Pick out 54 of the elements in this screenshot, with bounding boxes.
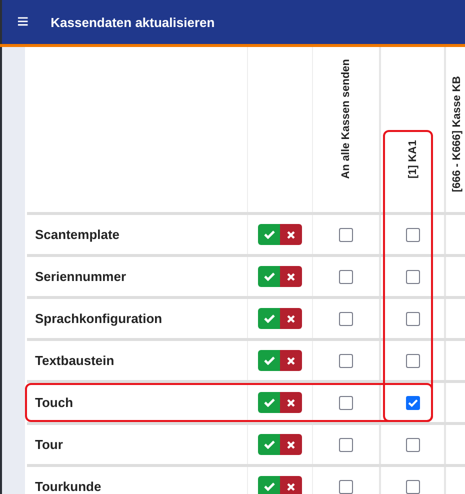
close-icon	[287, 356, 295, 364]
check-all-button[interactable]	[258, 266, 280, 287]
checkmark-icon	[264, 314, 274, 323]
checkbox[interactable]	[406, 354, 420, 368]
checkbox[interactable]	[339, 270, 353, 284]
uncheck-all-button[interactable]	[280, 476, 302, 494]
column-header: [1] KA1	[406, 140, 418, 179]
uncheck-all-button[interactable]	[280, 392, 302, 413]
checkbox[interactable]	[406, 438, 420, 452]
uncheck-all-button[interactable]	[280, 224, 302, 245]
page-title: Kassendaten aktualisieren	[50, 14, 215, 30]
checkmark-icon	[264, 440, 274, 449]
check-all-button[interactable]	[258, 476, 280, 494]
checkbox[interactable]	[339, 354, 353, 368]
close-icon	[287, 230, 295, 238]
checkbox[interactable]	[406, 270, 420, 284]
checkmark-icon	[264, 356, 274, 365]
row-label: Scantemplate	[35, 227, 120, 242]
checkbox[interactable]	[339, 312, 353, 326]
checkbox[interactable]	[406, 228, 420, 242]
close-icon	[287, 398, 295, 406]
uncheck-all-button[interactable]	[280, 434, 302, 455]
check-all-button[interactable]	[258, 434, 280, 455]
checkmark-icon	[264, 398, 274, 407]
menu-icon[interactable]: ≡	[17, 12, 29, 32]
row-label: Textbaustein	[35, 353, 114, 368]
column-header: [666 - K666] Kasse KB	[451, 76, 463, 192]
close-icon	[287, 440, 295, 448]
column-header: An alle Kassen senden	[340, 59, 352, 179]
row-label: Sprachkonfiguration	[35, 311, 162, 326]
close-icon	[287, 272, 295, 280]
checkbox[interactable]	[339, 480, 353, 494]
row-label: Tourkunde	[35, 479, 102, 494]
check-all-button[interactable]	[258, 308, 280, 329]
uncheck-all-button[interactable]	[280, 266, 302, 287]
checkmark-icon	[264, 230, 274, 239]
close-icon	[287, 314, 295, 322]
row-label: Tour	[35, 437, 63, 452]
uncheck-all-button[interactable]	[280, 308, 302, 329]
checkbox[interactable]	[339, 396, 353, 410]
check-all-button[interactable]	[258, 392, 280, 413]
row-label: Touch	[35, 395, 74, 410]
row-label: Seriennummer	[35, 269, 126, 284]
checkmark-icon	[264, 482, 274, 491]
checkmark-icon	[264, 272, 274, 281]
uncheck-all-button[interactable]	[280, 350, 302, 371]
check-all-button[interactable]	[258, 350, 280, 371]
checkbox[interactable]	[406, 312, 420, 326]
close-icon	[287, 482, 295, 490]
checkbox[interactable]	[339, 228, 353, 242]
checkbox[interactable]	[339, 438, 353, 452]
check-all-button[interactable]	[258, 224, 280, 245]
checkbox[interactable]	[406, 396, 420, 410]
checkbox[interactable]	[406, 480, 420, 494]
